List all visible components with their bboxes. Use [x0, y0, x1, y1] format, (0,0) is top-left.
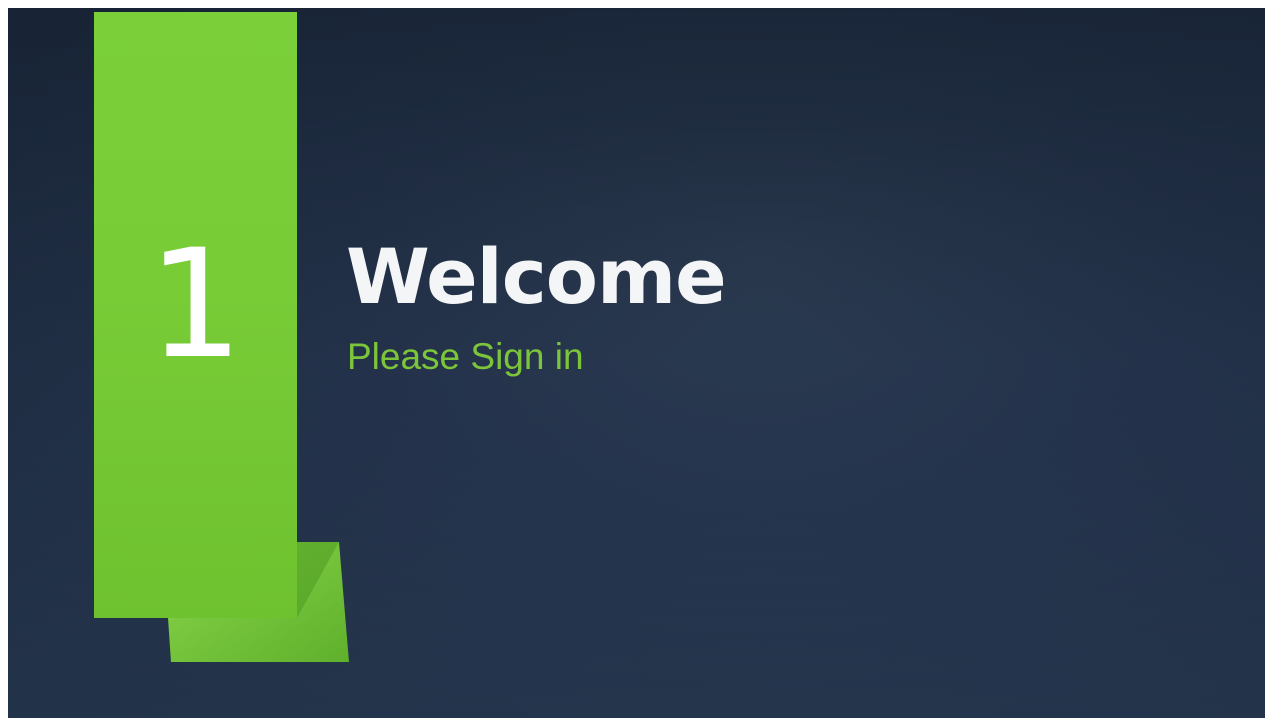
- section-number: 1: [147, 218, 244, 392]
- section-banner: 1: [94, 12, 297, 618]
- page-title: Welcome: [346, 232, 727, 321]
- welcome-slide: 1 Welcome Please Sign in: [8, 8, 1265, 718]
- page-subtitle: Please Sign in: [347, 336, 584, 377]
